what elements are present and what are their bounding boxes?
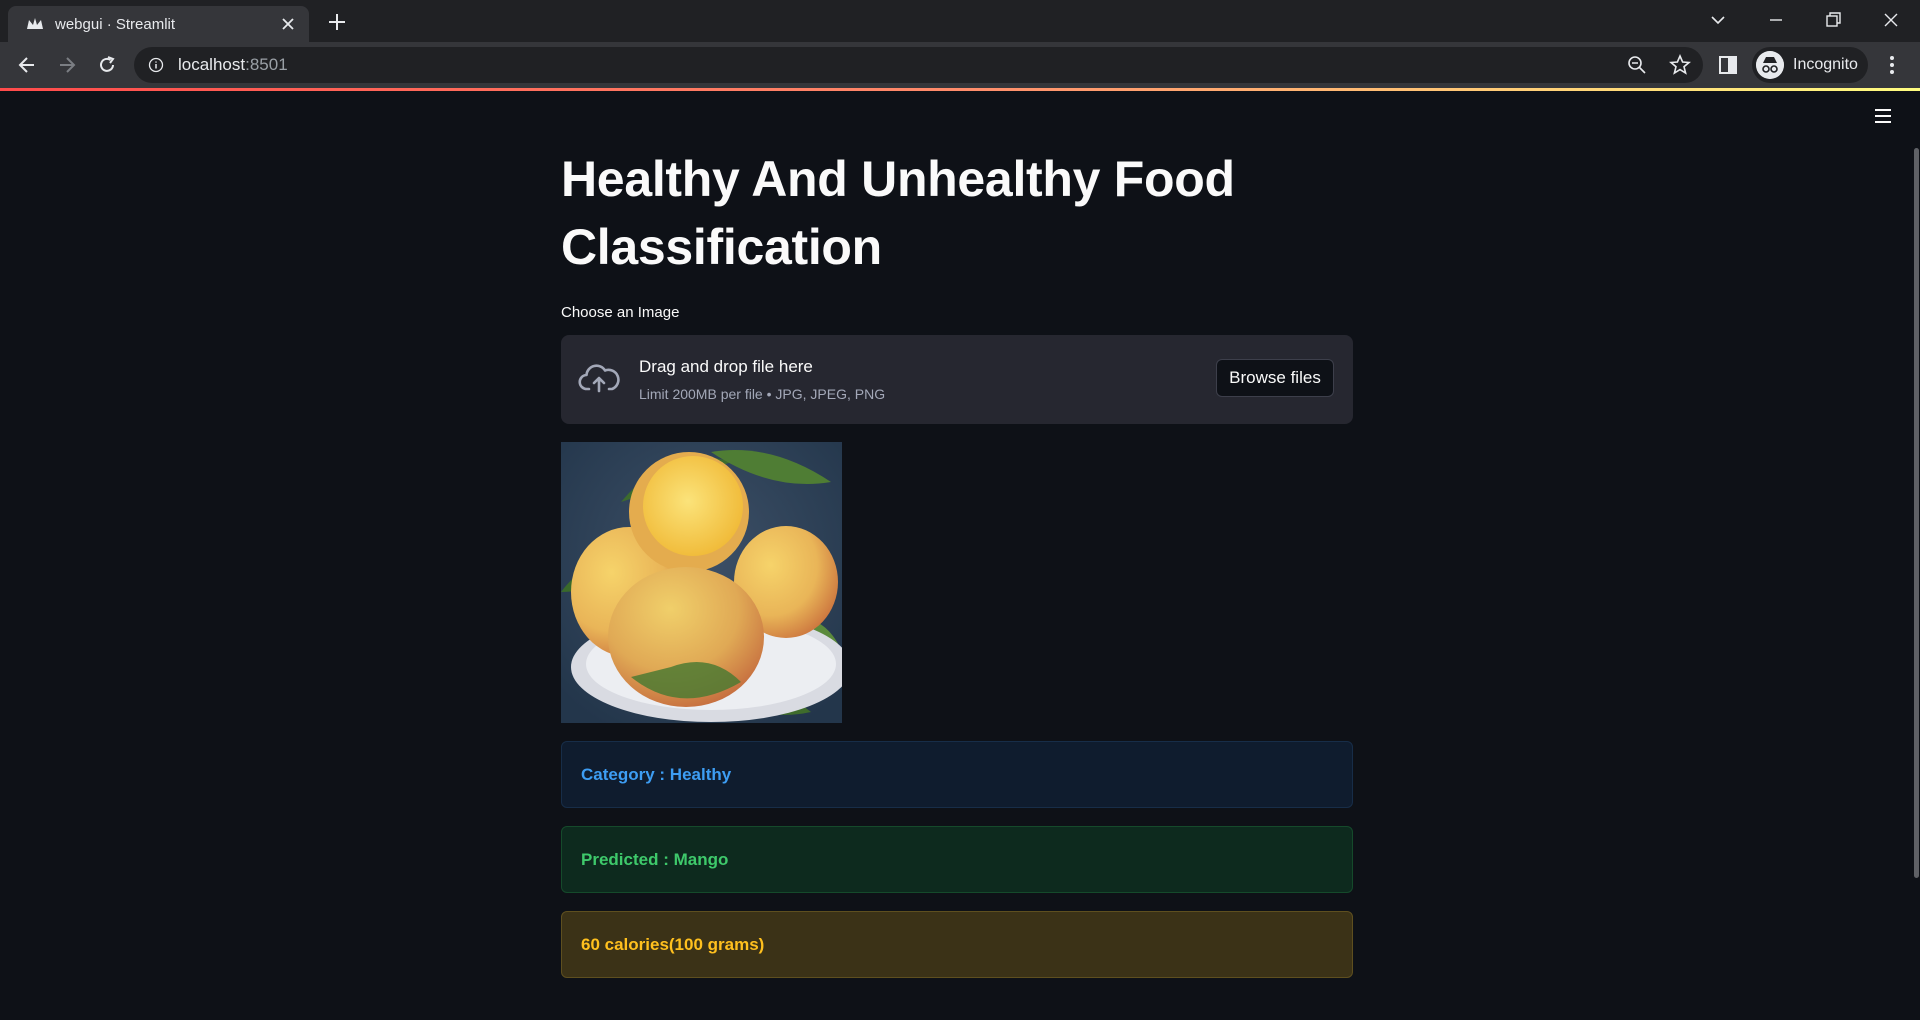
tab-title: webgui · Streamlit bbox=[55, 16, 176, 33]
page-title: Healthy And Unhealthy Food Classificatio… bbox=[561, 151, 1235, 275]
dropzone-instructions: Drag and drop file here bbox=[639, 357, 813, 376]
calories-warning-alert: 60 calories(100 grams) bbox=[561, 911, 1353, 978]
dropzone-limit: Limit 200MB per file • JPG, JPEG, PNG bbox=[639, 386, 886, 402]
incognito-profile-button[interactable]: Incognito bbox=[1752, 47, 1868, 83]
prediction-text: Predicted : Mango bbox=[581, 849, 729, 869]
streamlit-decoration-bar bbox=[0, 88, 1920, 91]
profile-label: Incognito bbox=[1793, 56, 1858, 73]
url-host: localhost bbox=[178, 55, 246, 74]
minimize-icon[interactable] bbox=[1766, 10, 1786, 30]
browse-files-button[interactable]: Browse files bbox=[1216, 359, 1334, 397]
bookmark-star-icon[interactable] bbox=[1669, 54, 1691, 76]
site-info-icon[interactable] bbox=[148, 57, 164, 73]
file-dropzone[interactable]: Drag and drop file here Limit 200MB per … bbox=[561, 335, 1353, 424]
close-tab-icon[interactable] bbox=[281, 17, 295, 31]
browser-tabstrip: webgui · Streamlit bbox=[0, 0, 1920, 42]
url-text: localhost:8501 bbox=[178, 55, 288, 75]
uploaded-mango-image bbox=[561, 442, 842, 723]
cloud-upload-icon bbox=[578, 364, 620, 393]
file-uploader-label: Choose an Image bbox=[561, 304, 680, 321]
category-text: Category : Healthy bbox=[581, 764, 732, 784]
address-bar[interactable]: localhost:8501 bbox=[134, 47, 1703, 83]
back-arrow-icon[interactable] bbox=[16, 54, 38, 76]
forward-arrow-icon[interactable] bbox=[56, 54, 78, 76]
new-tab-icon[interactable] bbox=[327, 12, 347, 32]
url-port: :8501 bbox=[245, 55, 288, 74]
mango-photo bbox=[561, 442, 842, 723]
category-info-alert: Category : Healthy bbox=[561, 741, 1353, 808]
calories-text: 60 calories(100 grams) bbox=[581, 934, 765, 954]
browser-toolbar: localhost:8501 Incognito bbox=[0, 42, 1920, 88]
zoom-out-icon[interactable] bbox=[1627, 55, 1647, 75]
restore-icon[interactable] bbox=[1823, 10, 1843, 30]
more-menu-icon[interactable] bbox=[1881, 54, 1903, 76]
hamburger-menu-icon[interactable] bbox=[1872, 106, 1894, 126]
browser-tab[interactable]: webgui · Streamlit bbox=[8, 6, 309, 42]
page-scrollbar[interactable] bbox=[1914, 148, 1919, 878]
side-panel-icon[interactable] bbox=[1717, 54, 1739, 76]
streamlit-crown-icon bbox=[27, 18, 43, 29]
tab-search-icon[interactable] bbox=[1708, 10, 1728, 30]
incognito-icon bbox=[1756, 51, 1784, 79]
prediction-success-alert: Predicted : Mango bbox=[561, 826, 1353, 893]
reload-icon[interactable] bbox=[96, 54, 118, 76]
close-window-icon[interactable] bbox=[1881, 10, 1901, 30]
